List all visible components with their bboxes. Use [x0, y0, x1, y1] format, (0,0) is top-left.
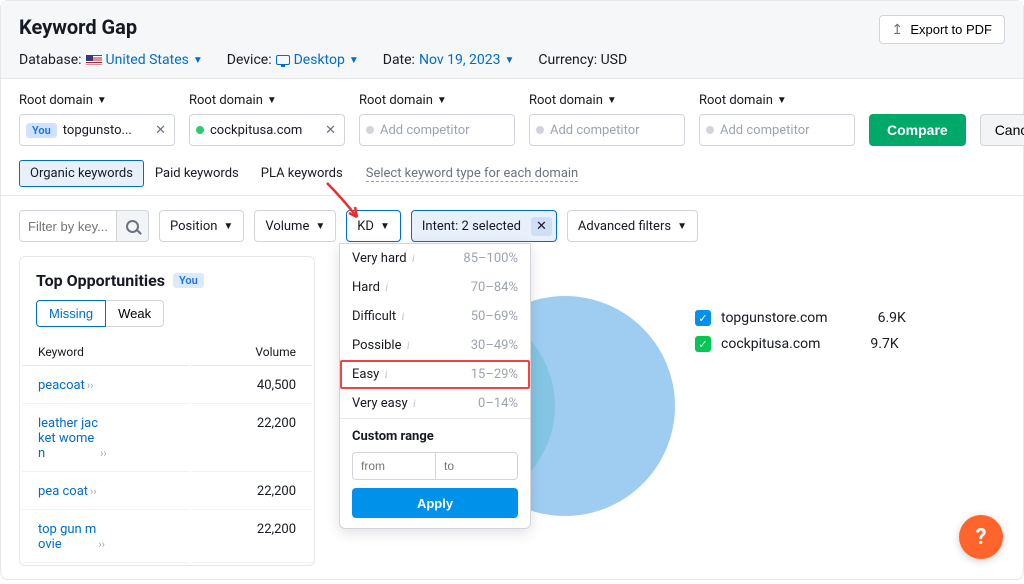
tab-organic-keywords[interactable]: Organic keywords: [19, 160, 144, 187]
legend-row[interactable]: ✓ cockpitusa.com 9.7K: [695, 336, 928, 352]
info-icon: i: [406, 338, 409, 353]
status-dot-icon: [536, 126, 544, 134]
per-domain-type-link[interactable]: Select keyword type for each domain: [366, 166, 579, 182]
keyword-link[interactable]: peacoat: [38, 378, 85, 393]
desktop-icon: [276, 55, 290, 65]
kd-option-hard[interactable]: Hard i70–84%: [340, 273, 530, 302]
table-row: peacoat››40,500: [22, 368, 312, 404]
search-button[interactable]: [117, 210, 149, 242]
chevron-right-icon: ››: [90, 485, 97, 498]
legend: ✓ topgunstore.com 6.9K ✓ cockpitusa.com …: [695, 256, 928, 566]
root-domain-dd-1[interactable]: Root domain ▼: [19, 93, 175, 108]
top-opportunities-card: Top Opportunities You Missing Weak Keywo…: [19, 256, 315, 566]
help-button[interactable]: ?: [959, 515, 1003, 559]
checkbox-icon[interactable]: ✓: [695, 336, 711, 352]
keyword-link[interactable]: leather jacket women: [38, 416, 98, 461]
add-competitor-input[interactable]: Add competitor: [699, 114, 855, 146]
table-row: leather jacket women››22,200: [22, 406, 312, 472]
seg-weak[interactable]: Weak: [106, 300, 164, 327]
tab-pla-keywords[interactable]: PLA keywords: [250, 160, 354, 187]
root-domain-dd-4[interactable]: Root domain ▼: [529, 93, 685, 108]
database-selector[interactable]: Database: United States ▼: [19, 52, 203, 68]
checkbox-icon[interactable]: ✓: [695, 310, 711, 326]
legend-row[interactable]: ✓ topgunstore.com 6.9K: [695, 310, 928, 326]
col-keyword: Keyword: [22, 339, 189, 366]
table-row: top gun movie››22,200: [22, 512, 312, 563]
you-badge: You: [26, 123, 57, 138]
search-icon: [126, 220, 139, 233]
kd-filter[interactable]: KD ▼: [346, 210, 401, 242]
keyword-link[interactable]: top gun movie: [38, 522, 96, 552]
table-row: pea coat››22,200: [22, 474, 312, 510]
status-dot-icon: [706, 126, 714, 134]
kd-option-possible[interactable]: Possible i30–49%: [340, 331, 530, 360]
chevron-right-icon: ››: [87, 379, 94, 392]
kd-option-very-hard[interactable]: Very hard i85–100%: [340, 244, 530, 273]
root-domain-dd-2[interactable]: Root domain ▼: [189, 93, 345, 108]
export-icon: [892, 24, 904, 36]
you-badge: You: [173, 273, 204, 288]
col-volume: Volume: [191, 339, 312, 366]
kd-option-easy[interactable]: Easy i15–29%: [340, 360, 530, 389]
device-selector[interactable]: Device: Desktop ▼: [227, 52, 359, 68]
domain-pill-you[interactable]: You topgunsto... ✕: [19, 114, 175, 146]
date-selector[interactable]: Date: Nov 19, 2023 ▼: [383, 52, 515, 68]
seg-missing[interactable]: Missing: [36, 300, 106, 327]
page-title: Keyword Gap: [19, 15, 137, 39]
domain-pill-competitor[interactable]: cockpitusa.com ✕: [189, 114, 345, 146]
root-domain-dd-5[interactable]: Root domain ▼: [699, 93, 855, 108]
us-flag-icon: [86, 55, 102, 66]
position-filter[interactable]: Position ▼: [159, 210, 244, 242]
compare-button[interactable]: Compare: [869, 114, 966, 146]
info-icon: i: [413, 396, 416, 411]
status-dot-icon: [196, 126, 204, 134]
keyword-link[interactable]: pea coat: [38, 484, 88, 499]
kd-from-input[interactable]: [352, 452, 435, 480]
opportunities-title: Top Opportunities: [36, 271, 165, 290]
keyword-filter-input[interactable]: [19, 210, 117, 242]
kd-option-difficult[interactable]: Difficult i50–69%: [340, 302, 530, 331]
info-icon: i: [384, 367, 387, 382]
add-competitor-input[interactable]: Add competitor: [529, 114, 685, 146]
currency-label: Currency: USD: [538, 52, 627, 68]
intent-filter[interactable]: Intent: 2 selected ✕: [411, 210, 557, 242]
info-icon: i: [412, 251, 415, 266]
chevron-right-icon: ››: [98, 538, 105, 551]
opportunities-table: Keyword Volume peacoat››40,500 leather j…: [20, 337, 314, 565]
apply-button[interactable]: Apply: [352, 488, 518, 518]
info-icon: i: [401, 309, 404, 324]
export-pdf-button[interactable]: Export to PDF: [879, 15, 1005, 44]
clear-intent-icon[interactable]: ✕: [531, 217, 552, 236]
custom-range-title: Custom range: [352, 429, 518, 444]
root-domain-dd-3[interactable]: Root domain ▼: [359, 93, 515, 108]
info-icon: i: [385, 280, 388, 295]
status-dot-icon: [366, 126, 374, 134]
chevron-right-icon: ››: [100, 447, 107, 460]
add-competitor-input[interactable]: Add competitor: [359, 114, 515, 146]
remove-domain-icon[interactable]: ✕: [323, 123, 338, 138]
volume-filter[interactable]: Volume ▼: [254, 210, 336, 242]
remove-domain-icon[interactable]: ✕: [153, 123, 168, 138]
kd-dropdown-menu: Very hard i85–100% Hard i70–84% Difficul…: [339, 243, 531, 529]
advanced-filters[interactable]: Advanced filters ▼: [567, 210, 698, 242]
cancel-button[interactable]: Cancel: [980, 114, 1024, 146]
kd-to-input[interactable]: [435, 452, 518, 480]
tab-paid-keywords[interactable]: Paid keywords: [144, 160, 250, 187]
kd-option-very-easy[interactable]: Very easy i0–14%: [340, 389, 530, 418]
